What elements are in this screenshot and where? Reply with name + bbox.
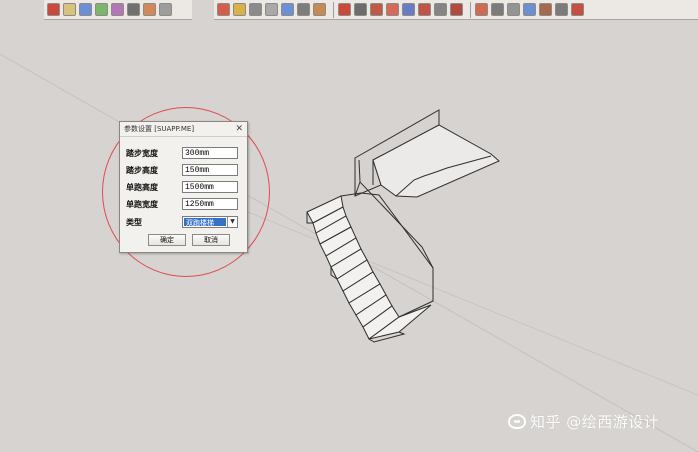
chevron-down-icon[interactable]: ▼: [227, 217, 237, 227]
staircase-model: [306, 109, 500, 343]
run-width-label: 单跑宽度: [126, 199, 158, 209]
ok-button[interactable]: 确定: [148, 234, 186, 246]
watermark-text: 知乎 @绘西游设计: [530, 413, 660, 431]
type-label: 类型: [126, 217, 142, 227]
dialog-title: 参数设置 [SUAPP.ME]: [124, 125, 195, 133]
run-height-row: 单跑高度 1500mm: [126, 180, 241, 194]
run-height-label: 单跑高度: [126, 182, 158, 192]
wechat-icon: [508, 414, 526, 429]
tread-height-row: 踏步高度 150mm: [126, 163, 241, 177]
dialog-titlebar: 参数设置 [SUAPP.ME] ✕: [120, 122, 247, 137]
cancel-button[interactable]: 取消: [192, 234, 230, 246]
tread-height-label: 踏步高度: [126, 165, 158, 175]
guide-line-2: [247, 211, 698, 396]
tread-width-label: 踏步宽度: [126, 148, 158, 158]
watermark: 知乎 @绘西游设计: [508, 411, 659, 432]
type-row: 类型 双跑楼梯 ▼: [126, 215, 241, 229]
tread-width-input[interactable]: 300mm: [182, 147, 238, 159]
type-select[interactable]: 双跑楼梯 ▼: [182, 216, 238, 228]
tread-height-input[interactable]: 150mm: [182, 164, 238, 176]
tread-width-row: 踏步宽度 300mm: [126, 146, 241, 160]
close-icon[interactable]: ✕: [235, 124, 243, 134]
run-width-input[interactable]: 1250mm: [182, 198, 238, 210]
type-select-value[interactable]: 双跑楼梯: [184, 218, 226, 227]
parameter-dialog: 参数设置 [SUAPP.ME] ✕ 踏步宽度 300mm 踏步高度 150mm …: [119, 121, 248, 253]
run-width-row: 单跑宽度 1250mm: [126, 197, 241, 211]
3d-staircase-scene: [0, 53, 698, 452]
run-height-input[interactable]: 1500mm: [182, 181, 238, 193]
